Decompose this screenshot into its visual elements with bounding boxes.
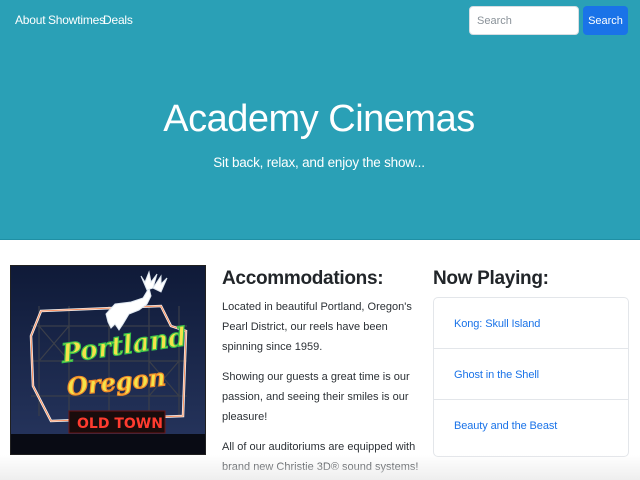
list-item: Kong: Skull Island [434,298,628,349]
sign-text-old-town: OLD TOWN [77,416,163,432]
portland-sign-photo: Portland Oregon OLD TOWN [10,265,206,455]
accommodations-heading: Accommodations: [222,268,384,289]
accommodations-paragraph: Showing our guests a great time is our p… [222,371,410,423]
hero-subtitle: Sit back, relax, and enjoy the show... [213,155,425,170]
nav-link-about[interactable]: About [15,13,46,27]
accommodations-paragraph: Located in beautiful Portland, Oregon's … [222,301,412,353]
now-playing-heading: Now Playing: [433,268,549,289]
list-item: Ghost in the Shell [434,349,628,400]
list-item: Beauty and the Beast [434,400,628,451]
nav-link-deals[interactable]: Deals [103,13,133,27]
nav-link-showtimes[interactable]: Showtimes [48,13,105,27]
top-navbar: About Showtimes Deals Search [0,0,640,42]
hero-title: Academy Cinemas [163,98,475,140]
movie-link-kong[interactable]: Kong: Skull Island [454,318,540,330]
hero-banner: About Showtimes Deals Search Academy Cin… [0,0,640,240]
now-playing-list: Kong: Skull Island Ghost in the Shell Be… [433,297,629,457]
search-input[interactable] [469,6,579,35]
accommodations-paragraph: All of our auditoriums are equipped with… [222,441,419,473]
portland-sign-illustration: Portland Oregon OLD TOWN [11,266,205,454]
movie-link-ghost-in-the-shell[interactable]: Ghost in the Shell [454,369,539,381]
movie-link-beauty-and-the-beast[interactable]: Beauty and the Beast [454,420,557,432]
search-button[interactable]: Search [583,6,628,35]
